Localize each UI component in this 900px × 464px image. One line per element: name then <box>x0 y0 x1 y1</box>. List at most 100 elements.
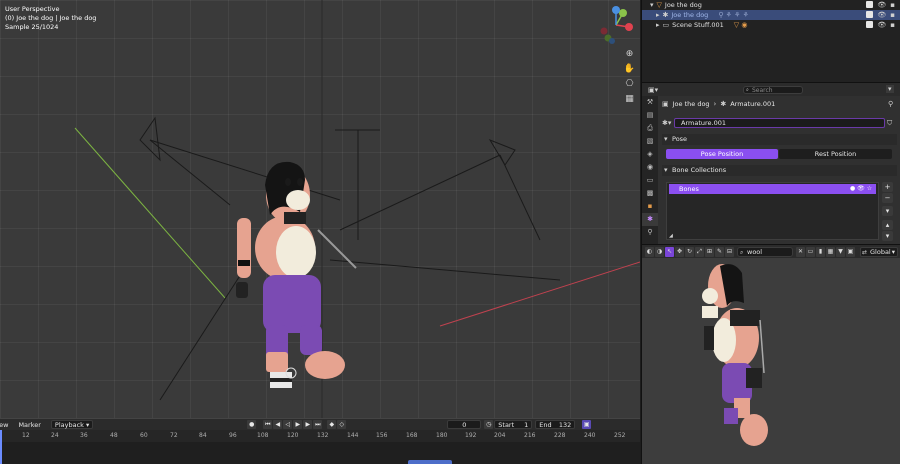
eye-icon[interactable]: 👁 <box>877 1 886 9</box>
play-icon[interactable]: ▶ <box>293 420 303 429</box>
filter-icon[interactable]: ▼ <box>836 246 845 257</box>
bone-tab-icon[interactable]: ⚲ <box>642 226 658 239</box>
expand-arrow-icon[interactable]: ▾ <box>650 1 654 9</box>
data-browse-icon[interactable]: ✱▾ <box>662 119 671 127</box>
annotate-icon[interactable]: ✎ <box>715 246 724 257</box>
outliner-item-joe-the-dog-child[interactable]: ▸ ✱ Joe the dog ⚲ ⚘ ⚘ ⚘ 👁 ▪ <box>642 10 900 20</box>
outliner-item-scene-stuff[interactable]: ▸ ▭ Scene Stuff.001 ▽ ◉ 👁 ▪ <box>642 20 900 30</box>
jump-start-icon[interactable]: ⏮ <box>263 420 273 429</box>
current-frame-field[interactable]: 0 <box>447 420 482 429</box>
chevron-down-icon: ▾ <box>664 135 668 143</box>
keying-set-icon[interactable]: ◇ <box>337 420 347 429</box>
resize-grip-icon[interactable]: ◢ <box>669 233 673 239</box>
next-keyframe-icon[interactable]: ▶ <box>303 420 313 429</box>
measure-icon[interactable]: ⊟ <box>725 246 734 257</box>
pin-icon[interactable]: ⚲ <box>888 100 893 108</box>
grid-icon[interactable]: ▦ <box>826 246 835 257</box>
view-menu[interactable]: View <box>0 421 8 429</box>
pose-position-button[interactable]: Pose Position <box>666 149 778 159</box>
start-frame-field[interactable]: Start 1 <box>494 420 533 429</box>
include-checkbox[interactable] <box>866 11 874 18</box>
modifier-tab-icon[interactable]: ▪ <box>642 200 658 213</box>
editor-type-icon[interactable]: ▣▾ <box>648 86 658 94</box>
view-layer-tab-icon[interactable]: ▧ <box>642 135 658 148</box>
outliner-item-joe-the-dog[interactable]: ▾ ▽ Joe the dog 👁 ▪ <box>642 0 900 10</box>
fake-user-shield-icon[interactable]: ⛉ <box>887 119 892 128</box>
pan-hand-icon[interactable]: ✋ <box>623 63 636 76</box>
secondary-viewport[interactable] <box>642 258 900 464</box>
y-axis-handle <box>619 9 627 17</box>
transform-icon[interactable]: ⊞ <box>705 246 714 257</box>
view-toggle-icon[interactable]: ▭ <box>806 246 815 257</box>
timeline-options-icon[interactable]: ▣ <box>582 420 592 429</box>
overlay-icon[interactable]: ◐ <box>645 246 654 257</box>
rest-position-button[interactable]: Rest Position <box>779 149 892 159</box>
options-dropdown-icon[interactable]: ▾ <box>886 85 894 93</box>
armature-icon: ✱ <box>662 11 669 19</box>
clock-icon[interactable]: ◷ <box>484 420 494 429</box>
end-frame-field[interactable]: End 132 <box>535 420 576 429</box>
include-checkbox[interactable] <box>866 21 874 28</box>
move-icon[interactable]: ✥ <box>675 246 684 257</box>
3d-viewport[interactable]: User Perspective (0) Joe the dog | Joe t… <box>0 0 640 418</box>
bone-collection-row-icons[interactable]: ● 👁 ☆ <box>850 184 872 194</box>
armature-name-field[interactable]: Armature.001 <box>674 118 885 128</box>
playback-dropdown[interactable]: Playback ▾ <box>50 420 94 429</box>
timeline-body[interactable] <box>0 442 640 464</box>
collection-tab-icon[interactable]: ▭ <box>642 174 658 187</box>
transform-orientation-dropdown[interactable]: ⇄ Global ▾ <box>860 246 898 257</box>
tick-84: 84 <box>199 432 207 439</box>
bone-collection-list[interactable]: Bones ● 👁 ☆ ◢ <box>666 182 879 240</box>
include-checkbox[interactable] <box>866 1 874 8</box>
tick-108: 108 <box>257 432 269 439</box>
tick-144: 144 <box>347 432 359 439</box>
filter-search-input[interactable]: ⌕ wool <box>737 246 793 257</box>
properties-search[interactable]: ⌕ Search <box>743 86 803 94</box>
tick-60: 60 <box>140 432 148 439</box>
record-icon[interactable]: ● <box>247 420 257 429</box>
scale-icon[interactable]: ⤢ <box>695 246 704 257</box>
camera-icon[interactable]: ▪ <box>890 21 895 29</box>
collection-specials-button[interactable]: ▾ <box>882 206 893 216</box>
camera-view-icon[interactable]: ⎔ <box>623 78 636 91</box>
pose-panel-header[interactable]: ▾ Pose <box>662 134 897 145</box>
rotate-icon[interactable]: ↻ <box>685 246 694 257</box>
bookmark-icon[interactable]: ▮ <box>816 246 825 257</box>
world-tab-icon[interactable]: ◉ <box>642 161 658 174</box>
playhead[interactable] <box>0 430 2 464</box>
expand-arrow-icon[interactable]: ▸ <box>656 11 660 19</box>
playback-label: Playback <box>54 421 84 429</box>
tick-120: 120 <box>287 432 299 439</box>
scene-tab-icon[interactable]: ◈ <box>642 148 658 161</box>
remove-collection-button[interactable]: − <box>882 193 893 203</box>
navigation-gizmo[interactable] <box>596 5 636 45</box>
perspective-grid-icon[interactable]: ▦ <box>623 93 636 106</box>
zoom-icon[interactable]: ⊕ <box>623 48 636 61</box>
tool-tab-icon[interactable]: ⚒ <box>642 96 658 109</box>
camera-icon[interactable]: ▣ <box>846 246 855 257</box>
outliner-item-label: Joe the dog <box>664 1 702 9</box>
prev-keyframe-icon[interactable]: ◀ <box>273 420 283 429</box>
timeline-ruler[interactable]: 12 24 36 48 60 72 84 96 108 120 132 144 … <box>0 430 640 442</box>
select-mode-icon[interactable]: ↖ <box>665 246 674 257</box>
move-up-button[interactable]: ▴ <box>882 220 893 230</box>
bone-collection-item-bones[interactable]: Bones ● 👁 ☆ <box>669 184 876 194</box>
output-tab-icon[interactable]: ⎙ <box>642 122 658 135</box>
bone-collections-panel-header[interactable]: ▾ Bone Collections <box>662 165 897 176</box>
eye-icon[interactable]: 👁 <box>877 11 886 19</box>
jump-end-icon[interactable]: ⏭ <box>313 420 323 429</box>
object-tab-icon[interactable]: ▩ <box>642 187 658 200</box>
expand-arrow-icon[interactable]: ▸ <box>656 21 660 29</box>
move-down-button[interactable]: ▾ <box>882 231 893 241</box>
clear-search-icon[interactable]: ✕ <box>796 246 805 257</box>
marker-menu[interactable]: Marker <box>18 421 40 429</box>
armature-data-tab-icon[interactable]: ✱ <box>642 213 658 226</box>
add-collection-button[interactable]: + <box>882 182 893 192</box>
camera-icon[interactable]: ▪ <box>890 11 895 19</box>
eye-icon[interactable]: 👁 <box>877 21 886 29</box>
camera-icon[interactable]: ▪ <box>890 1 895 9</box>
gizmo-icon[interactable]: ◑ <box>655 246 664 257</box>
keying-icon[interactable]: ◆ <box>327 420 337 429</box>
play-reverse-icon[interactable]: ◁ <box>283 420 293 429</box>
render-tab-icon[interactable]: ▤ <box>642 109 658 122</box>
